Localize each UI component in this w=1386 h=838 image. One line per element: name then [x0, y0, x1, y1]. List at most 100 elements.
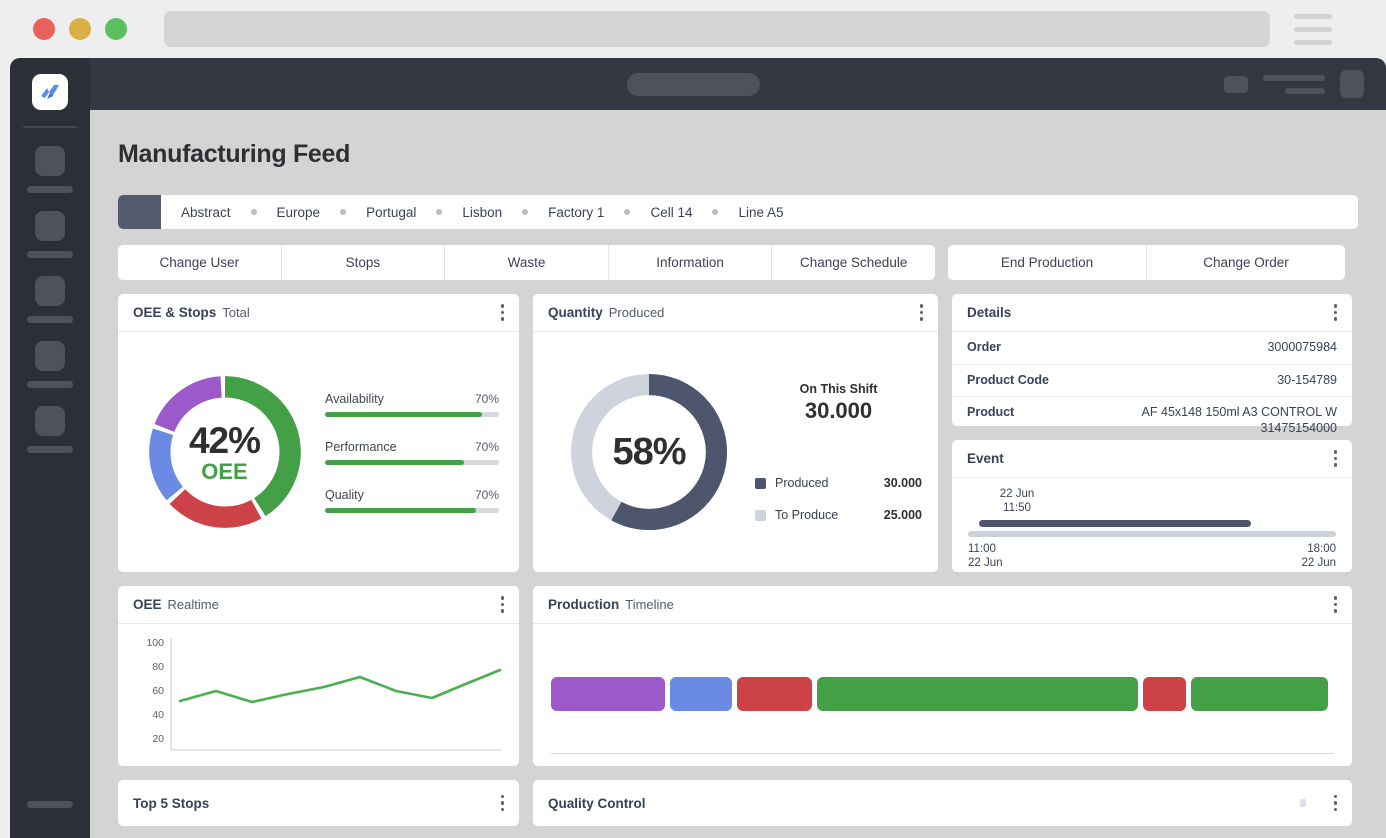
- breadcrumb-home-tab[interactable]: [118, 195, 161, 229]
- timeline-segment-setup[interactable]: [551, 677, 665, 711]
- detail-row-product-code: Product Code 30-154789: [952, 365, 1352, 398]
- main-content: Manufacturing Feed Abstract Europe Portu…: [90, 110, 1386, 838]
- breadcrumb-item-abstract[interactable]: Abstract: [161, 205, 251, 220]
- change-schedule-button[interactable]: Change Schedule: [772, 245, 935, 280]
- right-column: Details Order 3000075984 Product Code 30…: [952, 294, 1352, 572]
- change-user-button[interactable]: Change User: [118, 245, 282, 280]
- sidebar-item-label: [27, 446, 73, 453]
- action-button-group-primary: Change User Stops Waste Information Chan…: [118, 245, 935, 280]
- quantity-card-menu-icon[interactable]: [919, 304, 923, 321]
- metric-quality: Quality 70%: [325, 488, 499, 513]
- timeline-segment-running-1[interactable]: [816, 677, 1138, 711]
- sidebar-item-3[interactable]: [27, 276, 73, 323]
- breadcrumb-item-line-a5[interactable]: Line A5: [718, 205, 803, 220]
- app-logo-icon[interactable]: [32, 74, 68, 110]
- action-button-group-secondary: End Production Change Order: [948, 245, 1345, 280]
- stops-card-title: Top 5 Stops: [133, 795, 210, 811]
- sidebar-item-5[interactable]: [27, 406, 73, 453]
- details-card-menu-icon[interactable]: [1333, 304, 1337, 321]
- legend-swatch-produced-icon: [755, 477, 766, 489]
- realtime-card-menu-icon[interactable]: [500, 596, 504, 613]
- svg-text:40: 40: [152, 709, 164, 721]
- detail-row-order: Order 3000075984: [952, 332, 1352, 365]
- realtime-chart-body: 100 80 60 40 20: [118, 624, 519, 766]
- breadcrumb-item-cell-14[interactable]: Cell 14: [630, 205, 712, 220]
- oee-card-body: 42% OEE Availability 70% Performance 70%…: [118, 332, 519, 572]
- top-5-stops-card: Top 5 Stops: [118, 780, 519, 826]
- sidebar-item-4[interactable]: [27, 341, 73, 388]
- detail-row-product: Product AF 45x148 150ml A3 CONTROL W 314…: [952, 397, 1352, 444]
- svg-text:80: 80: [152, 661, 164, 673]
- timeline-bar-track: [551, 677, 1334, 711]
- quality-card-header: Quality Control: [533, 780, 1352, 826]
- oee-metrics-list: Availability 70% Performance 70% Quality…: [317, 392, 505, 513]
- detail-key-order: Order: [967, 340, 1002, 354]
- breadcrumb-item-portugal[interactable]: Portugal: [346, 205, 436, 220]
- event-card-menu-icon[interactable]: [1333, 450, 1337, 467]
- topbar-search-pill[interactable]: [627, 72, 760, 96]
- window-controls[interactable]: [33, 18, 127, 40]
- metric-quality-label: Quality: [325, 487, 364, 502]
- topbar-button-icon[interactable]: [1224, 75, 1248, 93]
- breadcrumb-item-factory-1[interactable]: Factory 1: [528, 205, 624, 220]
- quantity-legend: Produced 30.000 To Produce 25.000: [755, 476, 922, 522]
- timeline-axis-line: [551, 753, 1334, 754]
- breadcrumb: Abstract Europe Portugal Lisbon Factory …: [118, 195, 1358, 229]
- sidebar-item-1[interactable]: [27, 146, 73, 193]
- timeline-segment-stop-2[interactable]: [1142, 677, 1186, 711]
- sidebar-bottom-item[interactable]: [27, 801, 73, 808]
- waste-button[interactable]: Waste: [445, 245, 609, 280]
- quantity-card: Quantity Produced 58% On This Shift 30.0…: [533, 294, 938, 572]
- stops-card-menu-icon[interactable]: [500, 794, 504, 812]
- oee-card-header: OEE & Stops Total: [118, 294, 519, 332]
- placeholder-icon: [35, 406, 65, 436]
- event-timeline-track: [968, 531, 1336, 538]
- topbar-avatar[interactable]: [1340, 70, 1364, 98]
- change-order-button[interactable]: Change Order: [1147, 245, 1345, 280]
- legend-value-produced: 30.000: [883, 476, 922, 490]
- sidebar-item-2[interactable]: [27, 211, 73, 258]
- event-end-label: 18:00 22 Jun: [1301, 543, 1336, 570]
- breadcrumb-item-lisbon[interactable]: Lisbon: [442, 205, 522, 220]
- shift-label: On This Shift: [799, 382, 878, 396]
- sidebar-item-label: [27, 186, 73, 193]
- placeholder-icon: [35, 211, 65, 241]
- details-card-header: Details: [952, 294, 1352, 332]
- timeline-card-menu-icon[interactable]: [1333, 596, 1337, 613]
- breadcrumb-item-europe[interactable]: Europe: [257, 205, 341, 220]
- detail-value-product: AF 45x148 150ml A3 CONTROL W 31475154000: [1141, 405, 1337, 435]
- information-button[interactable]: Information: [609, 245, 773, 280]
- maximize-window-button[interactable]: [105, 18, 127, 40]
- cards-row-2: OEE Realtime 100 80 60 40 20 Production …: [118, 586, 1358, 766]
- timeline-segment-changeover[interactable]: [669, 677, 733, 711]
- timeline-card-header: Production Timeline: [533, 586, 1352, 624]
- stops-button[interactable]: Stops: [282, 245, 446, 280]
- event-marker-date: 22 Jun: [999, 488, 1035, 500]
- minimize-window-button[interactable]: [69, 18, 91, 40]
- legend-item-to-produce: To Produce 25.000: [755, 508, 922, 522]
- url-bar[interactable]: [164, 11, 1270, 47]
- quality-card-menu-icon[interactable]: [1333, 794, 1337, 812]
- metric-quality-fill: [325, 507, 477, 513]
- oee-center-label: OEE: [201, 458, 248, 484]
- svg-text:60: 60: [152, 685, 164, 697]
- close-window-button[interactable]: [33, 18, 55, 40]
- event-marker-time: 11:50: [1003, 501, 1031, 514]
- end-production-button[interactable]: End Production: [948, 245, 1147, 280]
- metric-performance-label: Performance: [325, 439, 397, 454]
- timeline-segment-running-2[interactable]: [1190, 677, 1328, 711]
- quantity-donut-chart: 58%: [549, 363, 749, 541]
- topbar-lines-icon[interactable]: [1263, 74, 1325, 94]
- hamburger-menu-icon[interactable]: [1294, 13, 1332, 45]
- action-buttons-row: Change User Stops Waste Information Chan…: [118, 245, 1358, 280]
- realtime-card-header: OEE Realtime: [118, 586, 519, 624]
- sidebar-divider: [23, 126, 77, 128]
- oee-card-menu-icon[interactable]: [500, 304, 504, 321]
- timeline-card-title: Production: [548, 597, 620, 612]
- event-marker: 22 Jun 11:50: [978, 488, 1056, 515]
- metric-performance-value: 70%: [474, 439, 499, 454]
- event-axis-labels: 11:00 22 Jun 18:00 22 Jun: [968, 543, 1336, 570]
- timeline-chart-body: [533, 624, 1352, 766]
- metric-quality-value: 70%: [474, 487, 499, 502]
- timeline-segment-stop-1[interactable]: [737, 677, 812, 711]
